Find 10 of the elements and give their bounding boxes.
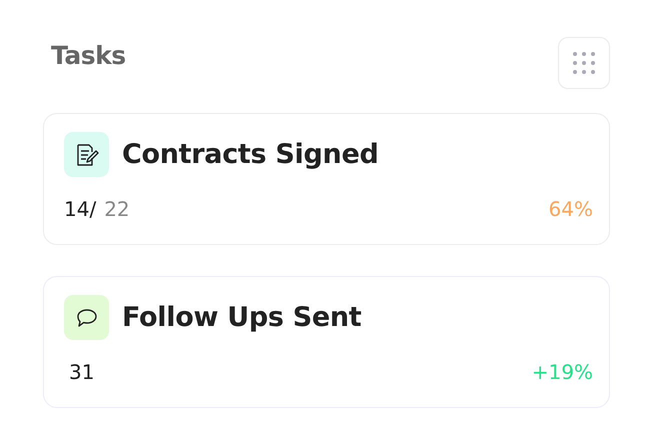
count-value: 14/ [64, 197, 96, 221]
count-value: 31 [69, 360, 94, 384]
total-value: 22 [104, 197, 130, 221]
card-title: Contracts Signed [122, 139, 378, 170]
section-title: Tasks [51, 41, 126, 70]
dots-grid-icon [572, 51, 596, 75]
grid-menu-button[interactable] [558, 37, 610, 89]
change-percent: 64% [548, 197, 593, 221]
change-percent: +19% [532, 360, 593, 384]
card-title: Follow Ups Sent [122, 302, 362, 333]
